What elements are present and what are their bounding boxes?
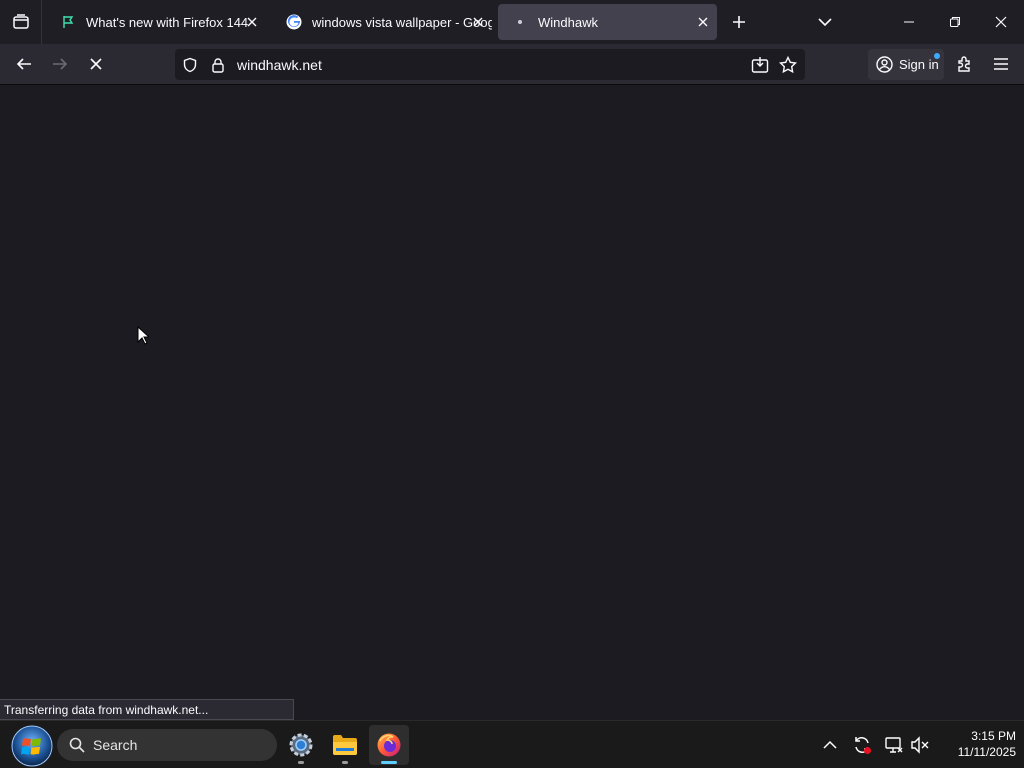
close-icon xyxy=(473,17,483,27)
tab-title: What's new with Firefox 144 xyxy=(86,14,249,30)
star-icon xyxy=(779,56,797,74)
settings-gear-icon xyxy=(289,733,313,757)
arrow-left-icon xyxy=(16,58,31,70)
close-icon xyxy=(247,17,257,27)
taskbar-clock[interactable]: 3:15 PM 11/11/2025 xyxy=(936,728,1016,760)
list-all-tabs-button[interactable] xyxy=(813,10,837,34)
tab-list-icon xyxy=(12,14,29,29)
stop-loading-button[interactable] xyxy=(82,50,110,78)
show-hidden-icons-button[interactable] xyxy=(818,733,842,757)
sign-in-button[interactable]: Sign in xyxy=(868,49,944,80)
chevron-down-icon xyxy=(818,18,832,27)
url-text[interactable]: windhawk.net xyxy=(237,57,322,73)
clock-time: 3:15 PM xyxy=(971,729,1016,743)
network-icon xyxy=(885,737,903,753)
tray-sync[interactable] xyxy=(850,733,874,757)
close-tab-button[interactable] xyxy=(693,12,713,32)
minimize-icon xyxy=(904,21,914,23)
bookmark-button[interactable] xyxy=(778,55,798,75)
address-bar[interactable]: windhawk.net xyxy=(175,49,805,80)
flag-icon xyxy=(60,14,76,30)
close-icon xyxy=(995,16,1007,28)
firefox-icon xyxy=(377,733,401,757)
tray-network[interactable] xyxy=(882,733,906,757)
close-window-button[interactable] xyxy=(978,0,1024,44)
loading-dot-icon xyxy=(512,14,528,30)
windows-orb-icon xyxy=(11,725,53,767)
volume-muted-icon xyxy=(911,736,929,754)
start-button[interactable] xyxy=(10,724,54,768)
tab-strip: What's new with Firefox 144 windows vist… xyxy=(0,0,1024,44)
mouse-cursor-icon xyxy=(137,326,149,345)
plus-icon xyxy=(733,16,745,28)
search-placeholder: Search xyxy=(93,737,138,753)
clock-date: 11/11/2025 xyxy=(957,745,1016,759)
close-tab-button[interactable] xyxy=(468,12,488,32)
tab-title: Windhawk xyxy=(538,14,598,30)
search-icon xyxy=(69,737,85,753)
hamburger-icon xyxy=(994,58,1008,70)
close-tab-button[interactable] xyxy=(242,12,262,32)
taskbar-settings[interactable] xyxy=(281,725,321,765)
tab-google-search[interactable]: windows vista wallpaper - Goog xyxy=(272,4,492,40)
taskbar-firefox[interactable] xyxy=(369,725,409,765)
google-g-icon xyxy=(286,14,302,30)
taskbar-search[interactable]: Search xyxy=(57,729,277,761)
save-to-pocket-button[interactable] xyxy=(750,55,770,75)
running-indicator xyxy=(342,761,348,764)
folder-icon xyxy=(333,735,357,755)
active-indicator xyxy=(381,761,397,764)
extensions-button[interactable] xyxy=(952,50,978,78)
puzzle-icon xyxy=(958,56,970,72)
account-icon xyxy=(876,56,893,73)
close-icon xyxy=(698,17,708,27)
tab-title: windows vista wallpaper - Goog xyxy=(312,14,492,30)
taskbar-file-explorer[interactable] xyxy=(325,725,365,765)
taskbar: Search 3:15 PM 11/11/2025 xyxy=(0,720,1024,768)
tab-windhawk[interactable]: Windhawk xyxy=(498,4,717,40)
restore-icon xyxy=(950,17,960,27)
sign-in-label: Sign in xyxy=(899,57,939,72)
chevron-up-icon xyxy=(823,740,837,749)
running-indicator xyxy=(298,761,304,764)
navigation-toolbar: windhawk.net Sign in xyxy=(0,44,1024,85)
minimize-button[interactable] xyxy=(886,0,932,44)
notification-dot xyxy=(934,53,940,59)
tray-volume[interactable] xyxy=(908,733,932,757)
shield-icon[interactable] xyxy=(181,56,199,74)
restore-button[interactable] xyxy=(932,0,978,44)
download-icon xyxy=(751,57,769,73)
tab-list-button[interactable] xyxy=(0,0,42,44)
lock-icon[interactable] xyxy=(209,56,227,74)
application-menu-button[interactable] xyxy=(988,50,1014,78)
sync-icon xyxy=(855,737,871,754)
status-panel: Transferring data from windhawk.net... xyxy=(0,699,294,720)
new-tab-button[interactable] xyxy=(727,10,751,34)
tab-whats-new[interactable]: What's new with Firefox 144 xyxy=(46,4,266,40)
close-icon xyxy=(90,58,102,70)
page-content[interactable] xyxy=(0,85,1024,720)
forward-button[interactable] xyxy=(46,50,74,78)
back-button[interactable] xyxy=(10,50,38,78)
arrow-right-icon xyxy=(53,58,68,70)
